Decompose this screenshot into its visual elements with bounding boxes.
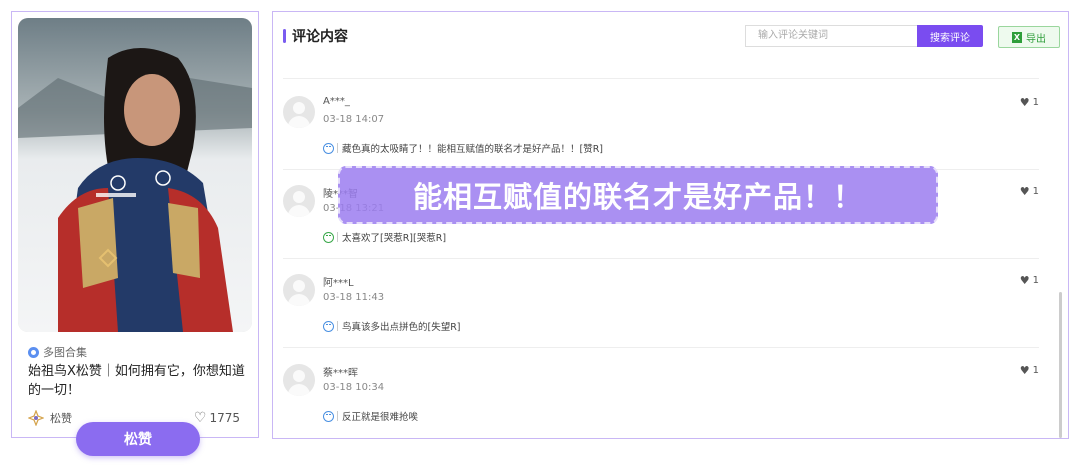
comment-time: 03-18 11:43 bbox=[323, 292, 385, 303]
note-title[interactable]: 始祖鸟X松赞｜如何拥有它，你想知道的一切！ bbox=[28, 362, 248, 400]
comment-time: 03-18 10:34 bbox=[323, 382, 385, 393]
heart-outline-icon: ♡ bbox=[193, 410, 207, 426]
excel-icon: X bbox=[1012, 31, 1022, 43]
heart-icon: ♥ bbox=[1019, 96, 1030, 109]
separator bbox=[337, 411, 338, 421]
divider bbox=[283, 258, 1039, 259]
export-label: 导出 bbox=[1026, 33, 1046, 45]
note-likes-count: 1775 bbox=[209, 411, 240, 425]
comment-item: 蔡***晖 03-18 10:34 反正就是很难抢唉 ♥ 1 bbox=[283, 350, 1039, 439]
note-type-badge: 多图合集 bbox=[28, 344, 87, 360]
divider bbox=[283, 78, 1039, 79]
comment-item: A***_ 03-18 14:07 藏色真的太吸睛了！！能相互赋值的联名才是好产… bbox=[283, 82, 1039, 171]
author-logo-icon bbox=[27, 409, 45, 427]
separator bbox=[337, 143, 338, 153]
comment-time: 03-18 14:07 bbox=[323, 114, 385, 125]
comment-item: 阿***L 03-18 11:43 鸟真该多出点拼色的[失望R] ♥ 1 bbox=[283, 260, 1039, 349]
highlight-quote-banner: 能相互赋值的联名才是好产品！！ bbox=[338, 166, 938, 224]
comment-likes-count: 1 bbox=[1032, 275, 1039, 286]
note-author[interactable]: 松赞 bbox=[27, 409, 72, 427]
comments-panel: 评论内容 输入评论关键词 搜索评论 X 导出 A***_ 03-18 14:07… bbox=[272, 11, 1069, 439]
comment-search-input[interactable]: 输入评论关键词 bbox=[745, 25, 917, 47]
comment-content: 太喜欢了[哭惹R][哭惹R] bbox=[342, 233, 447, 244]
comment-likes-count: 1 bbox=[1032, 186, 1039, 197]
comment-likes-count: 1 bbox=[1032, 365, 1039, 376]
search-comments-button[interactable]: 搜索评论 bbox=[917, 25, 983, 47]
comment-author[interactable]: A***_ bbox=[323, 96, 350, 107]
brand-tag-pill[interactable]: 松赞 bbox=[76, 422, 200, 456]
album-icon bbox=[28, 346, 39, 358]
avatar[interactable] bbox=[283, 364, 315, 396]
comment-text: 反正就是很难抢唉 bbox=[323, 409, 418, 423]
heart-icon: ♥ bbox=[1019, 274, 1030, 287]
divider bbox=[283, 347, 1039, 348]
neutral-sentiment-icon bbox=[323, 410, 334, 422]
comment-likes[interactable]: ♥ 1 bbox=[1020, 185, 1039, 198]
avatar[interactable] bbox=[283, 185, 315, 217]
neutral-sentiment-icon bbox=[323, 142, 334, 154]
comment-text: 太喜欢了[哭惹R][哭惹R] bbox=[323, 230, 446, 244]
author-name: 松赞 bbox=[50, 412, 72, 425]
comment-author[interactable]: 阿***L bbox=[323, 274, 354, 289]
note-type-label: 多图合集 bbox=[43, 346, 87, 359]
avatar[interactable] bbox=[283, 96, 315, 128]
heart-icon: ♥ bbox=[1019, 185, 1030, 198]
note-likes[interactable]: ♡ 1775 bbox=[194, 410, 240, 426]
separator bbox=[337, 321, 338, 331]
comment-likes[interactable]: ♥ 1 bbox=[1020, 96, 1039, 109]
neutral-sentiment-icon bbox=[323, 320, 334, 332]
separator bbox=[337, 232, 338, 242]
comment-likes[interactable]: ♥ 1 bbox=[1020, 274, 1039, 287]
avatar[interactable] bbox=[283, 274, 315, 306]
comment-content: 藏色真的太吸睛了！！能相互赋值的联名才是好产品！！[赞R] bbox=[342, 144, 604, 155]
comment-content: 鸟真该多出点拼色的[失望R] bbox=[342, 322, 461, 333]
comments-scrollbar[interactable] bbox=[1059, 292, 1062, 438]
positive-sentiment-icon bbox=[323, 231, 334, 243]
panel-title: 评论内容 bbox=[283, 26, 348, 46]
heart-icon: ♥ bbox=[1019, 364, 1030, 377]
export-button[interactable]: X 导出 bbox=[998, 26, 1060, 48]
comment-author[interactable]: 蔡***晖 bbox=[323, 364, 358, 379]
comment-text: 鸟真该多出点拼色的[失望R] bbox=[323, 319, 461, 333]
note-card[interactable]: 多图合集 始祖鸟X松赞｜如何拥有它，你想知道的一切！ 松赞 ♡ 1775 bbox=[11, 11, 259, 438]
note-cover-image[interactable] bbox=[18, 18, 252, 332]
comment-text: 藏色真的太吸睛了！！能相互赋值的联名才是好产品！！[赞R] bbox=[323, 141, 603, 155]
comment-content: 反正就是很难抢唉 bbox=[342, 412, 419, 423]
comment-likes-count: 1 bbox=[1032, 97, 1039, 108]
comment-likes[interactable]: ♥ 1 bbox=[1020, 364, 1039, 377]
